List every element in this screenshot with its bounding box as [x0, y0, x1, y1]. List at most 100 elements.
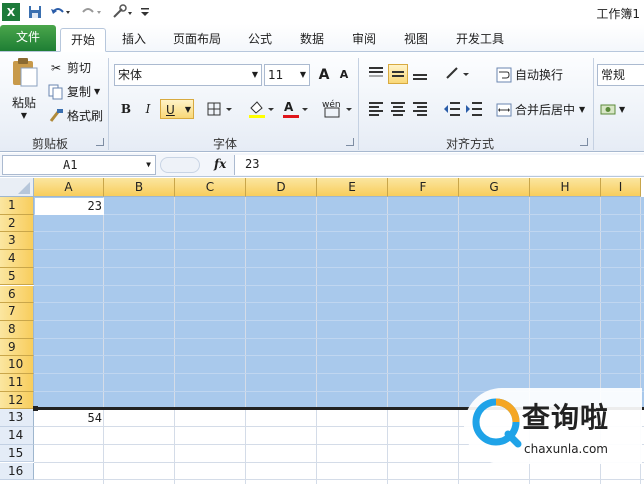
number-format-combo[interactable]: 常规	[597, 64, 644, 86]
name-box[interactable]: A1 ▼	[2, 155, 156, 175]
column-header-d[interactable]: D	[246, 178, 317, 197]
tab-view[interactable]: 视图	[396, 28, 436, 52]
insert-function-button[interactable]: fx	[214, 157, 226, 171]
copy-icon	[48, 84, 64, 100]
tools-icon[interactable]	[110, 3, 134, 21]
phonetic-label: wén	[322, 100, 341, 110]
font-name-value: 宋体	[118, 68, 143, 82]
row-header-4[interactable]: 4	[0, 250, 34, 268]
tab-data[interactable]: 数据	[292, 28, 332, 52]
format-painter-button[interactable]: 格式刷	[48, 107, 103, 124]
row-header-6[interactable]: 6	[0, 285, 34, 304]
tab-page-layout[interactable]: 页面布局	[166, 28, 228, 52]
wrap-text-button[interactable]: 自动换行	[496, 66, 563, 83]
bold-button[interactable]: B	[116, 99, 136, 119]
row-gridline	[34, 231, 644, 233]
row-gridline	[34, 284, 644, 286]
column-gridline	[174, 197, 175, 484]
group-separator	[358, 58, 359, 150]
scissors-icon: ✂	[50, 60, 62, 75]
column-header-i[interactable]: I	[601, 178, 641, 197]
font-launcher-icon[interactable]	[346, 138, 354, 146]
font-name-combo[interactable]: 宋体 ▼	[114, 64, 262, 86]
save-icon[interactable]	[26, 3, 44, 21]
ribbon: 粘贴 ▼ ✂剪切 复制▼ 格式刷 剪贴板 宋体▼ 11▼ A A B I	[0, 52, 644, 152]
undo-icon[interactable]	[48, 3, 72, 21]
tab-home[interactable]: 开始	[60, 28, 106, 52]
phonetic-button[interactable]: wén	[320, 99, 356, 119]
align-bottom-button[interactable]	[410, 64, 430, 84]
row-header-9[interactable]: 9	[0, 338, 34, 357]
cell-A13[interactable]: 54	[36, 410, 102, 427]
column-header-b[interactable]: B	[104, 178, 175, 197]
column-gridline	[458, 197, 459, 484]
column-header-h[interactable]: H	[530, 178, 601, 197]
column-header-a[interactable]: A	[34, 178, 104, 197]
font-size-combo[interactable]: 11 ▼	[264, 64, 310, 86]
decrease-indent-icon	[444, 102, 460, 116]
row-header-2[interactable]: 2	[0, 214, 34, 233]
underline-button[interactable]: U ▼	[160, 99, 194, 119]
row-header-12[interactable]: 12	[0, 391, 34, 410]
chevron-down-icon: ▼	[619, 104, 626, 114]
increase-indent-icon	[466, 102, 482, 116]
align-right-button[interactable]	[410, 99, 430, 119]
tab-file[interactable]: 文件	[0, 25, 56, 51]
chevron-down-icon: ▼	[20, 111, 28, 120]
redo-icon[interactable]	[80, 3, 104, 21]
align-top-button[interactable]	[366, 64, 386, 84]
borders-button[interactable]	[204, 99, 236, 119]
tab-review[interactable]: 审阅	[344, 28, 384, 52]
paste-icon	[13, 58, 38, 87]
row-header-11[interactable]: 11	[0, 374, 34, 392]
align-left-button[interactable]	[366, 99, 386, 119]
column-header-g[interactable]: G	[459, 178, 530, 197]
tab-insert[interactable]: 插入	[116, 28, 152, 52]
row-header-16[interactable]: 16	[0, 462, 34, 481]
shrink-font-button[interactable]: A	[334, 65, 354, 85]
chevron-down-icon: ▼	[299, 70, 306, 79]
row-header-13[interactable]: 13	[0, 409, 34, 428]
row-header-14[interactable]: 14	[0, 427, 34, 445]
tab-formulas[interactable]: 公式	[242, 28, 278, 52]
copy-button[interactable]: 复制 ▼	[48, 83, 100, 100]
grow-font-button[interactable]: A	[314, 65, 334, 85]
decrease-indent-button[interactable]	[442, 99, 462, 119]
cell-A1[interactable]: 23	[36, 198, 102, 215]
row-header-5[interactable]: 5	[0, 267, 34, 286]
paste-button[interactable]: 粘贴 ▼	[6, 56, 42, 120]
row-gridline	[34, 213, 644, 215]
column-header-c[interactable]: C	[175, 178, 246, 197]
row-header-8[interactable]: 8	[0, 320, 34, 339]
row-gridline	[34, 302, 644, 304]
row-header-7[interactable]: 7	[0, 303, 34, 321]
row-gridline	[34, 319, 644, 321]
paintbrush-icon	[48, 108, 64, 124]
fill-color-button[interactable]	[246, 99, 278, 119]
accounting-format-button[interactable]: ▼	[600, 101, 625, 117]
title-bar: X 工作簿1	[0, 0, 644, 24]
alignment-launcher-icon[interactable]	[580, 138, 588, 146]
column-gridline	[387, 197, 388, 484]
align-center-button[interactable]	[388, 99, 408, 119]
row-header-1[interactable]: 1	[0, 197, 34, 215]
italic-button[interactable]: I	[138, 99, 158, 119]
orientation-button[interactable]	[444, 64, 472, 84]
drag-handle[interactable]	[33, 406, 38, 411]
select-all-corner[interactable]	[0, 178, 34, 197]
column-header-e[interactable]: E	[317, 178, 388, 197]
row-header-10[interactable]: 10	[0, 356, 34, 374]
font-color-button[interactable]: A	[280, 99, 312, 119]
merge-center-button[interactable]: 合并后居中 ▼	[496, 101, 585, 118]
row-header-15[interactable]: 15	[0, 444, 34, 463]
customize-toolbar-icon[interactable]	[136, 3, 154, 21]
tab-developer[interactable]: 开发工具	[448, 28, 512, 52]
clipboard-launcher-icon[interactable]	[96, 138, 104, 146]
cut-button[interactable]: ✂ 剪切	[48, 59, 91, 76]
column-header-f[interactable]: F	[388, 178, 459, 197]
align-middle-button[interactable]	[388, 64, 408, 84]
formula-splitter[interactable]	[160, 157, 200, 173]
row-header-3[interactable]: 3	[0, 232, 34, 251]
increase-indent-button[interactable]	[464, 99, 484, 119]
formula-input[interactable]: 23	[234, 155, 644, 175]
